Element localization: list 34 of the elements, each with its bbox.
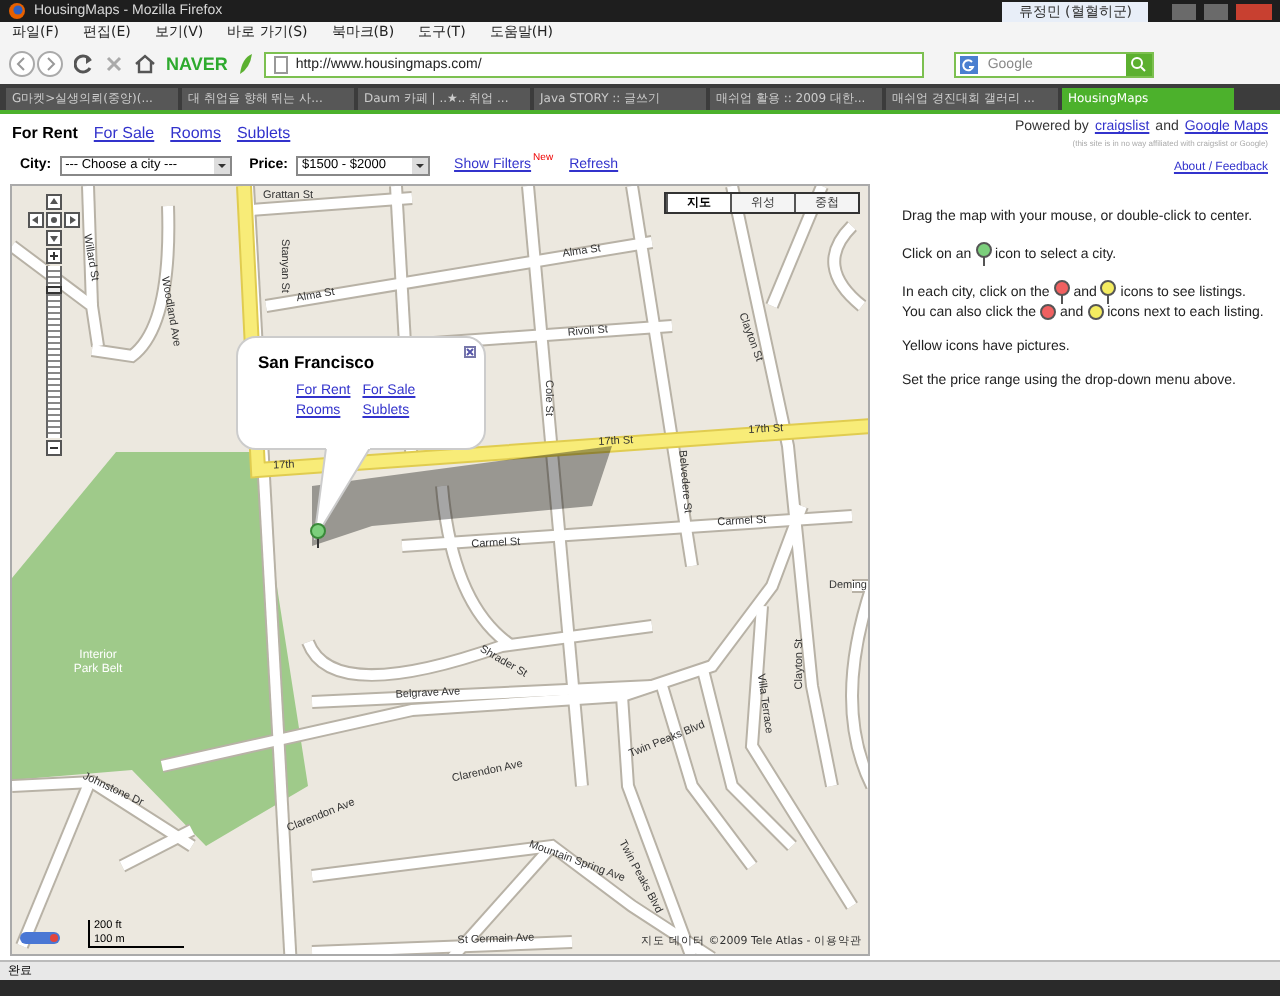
close-button[interactable] xyxy=(1236,3,1272,19)
pan-up-button[interactable] xyxy=(46,194,62,210)
pin-icon xyxy=(1100,279,1117,303)
category-link[interactable]: Rooms xyxy=(170,122,221,146)
dot-icon xyxy=(1040,303,1057,320)
search-button[interactable] xyxy=(1125,53,1152,75)
map-pin-icon[interactable] xyxy=(310,522,326,550)
pan-down-button[interactable] xyxy=(46,230,62,246)
dot-icon xyxy=(1087,303,1104,320)
center-button[interactable] xyxy=(46,212,62,228)
zoom-slider-thumb[interactable] xyxy=(46,285,62,294)
reload-icon[interactable] xyxy=(74,54,94,74)
info-window-title: San Francisco xyxy=(258,354,377,371)
minimize-button[interactable] xyxy=(1172,3,1196,19)
info-window-tail xyxy=(314,448,370,540)
search-engine-icon xyxy=(959,55,980,73)
category-link[interactable]: For Rent xyxy=(12,122,78,146)
page-icon xyxy=(273,55,288,73)
pan-left-button[interactable] xyxy=(28,212,44,228)
dropdown-arrow-icon xyxy=(412,158,429,174)
pin-icon xyxy=(1053,279,1070,303)
search-icon xyxy=(1130,56,1147,72)
category-link[interactable]: For Sale xyxy=(93,122,155,146)
pan-right-button[interactable] xyxy=(64,212,80,228)
zoom-out-button[interactable] xyxy=(46,440,62,456)
zoom-slider[interactable] xyxy=(46,266,62,438)
dropdown-arrow-icon xyxy=(213,158,230,174)
category-link[interactable]: Sublets xyxy=(236,122,291,146)
close-icon[interactable] xyxy=(464,346,476,358)
home-icon[interactable] xyxy=(134,54,156,74)
pin-icon xyxy=(975,241,992,265)
browser-logo-icon xyxy=(8,2,26,20)
maximize-button[interactable] xyxy=(1204,3,1228,19)
zoom-in-button[interactable] xyxy=(46,248,62,264)
